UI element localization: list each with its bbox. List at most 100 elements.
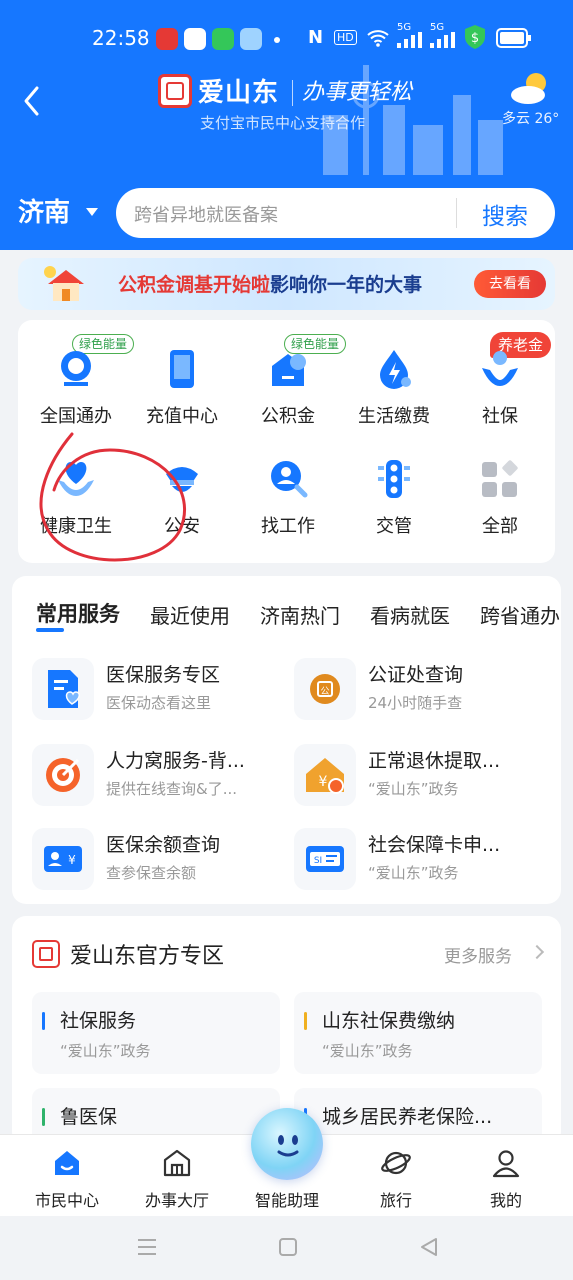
- search-input[interactable]: 跨省异地就医备案: [134, 201, 278, 227]
- tab-cross-province[interactable]: 跨省通办: [480, 600, 560, 629]
- home-square-icon[interactable]: [275, 1234, 301, 1260]
- grid-item-recharge-center[interactable]: 充值中心: [128, 320, 236, 427]
- svg-text:¥: ¥: [319, 774, 328, 790]
- app-notification-icon: [156, 28, 178, 50]
- service-title: 社会保障卡申...: [368, 834, 501, 856]
- brand-seal-logo: [158, 74, 192, 108]
- user-profile-icon: [492, 1150, 520, 1178]
- search-bar[interactable]: 跨省异地就医备案 搜索: [116, 188, 555, 238]
- service-item-social-security-card[interactable]: SI 社会保障卡申... “爱山东”政务: [294, 828, 554, 892]
- city-selector[interactable]: 济南: [18, 192, 70, 229]
- service-icon-bg: SI: [294, 828, 356, 890]
- tab-service-hall[interactable]: 办事大厅: [122, 1135, 232, 1217]
- service-icon-bg: 公: [294, 658, 356, 720]
- service-subtitle: “爱山东”政务: [368, 864, 459, 882]
- official-item-title: 城乡居民养老保险...: [322, 1106, 493, 1128]
- back-triangle-icon[interactable]: [416, 1234, 442, 1260]
- tab-label: 市民中心: [34, 1191, 99, 1210]
- official-item-social-security[interactable]: 社保服务 “爱山东”政务: [32, 992, 280, 1074]
- grid-item-traffic[interactable]: 交管: [340, 430, 448, 537]
- grid-item-all[interactable]: 全部: [446, 430, 554, 537]
- official-item-title: 社保服务: [60, 1010, 137, 1032]
- tab-common-services[interactable]: 常用服务: [36, 598, 120, 628]
- brand-slogan: 办事更轻松: [302, 80, 413, 105]
- grid-item-find-job[interactable]: 找工作: [234, 430, 342, 537]
- tab-travel[interactable]: 旅行: [341, 1135, 451, 1217]
- hd-icon: HD: [334, 30, 357, 45]
- service-title: 正常退休提取...: [368, 750, 501, 772]
- tab-mine[interactable]: 我的: [451, 1135, 561, 1217]
- grid-item-housing-fund[interactable]: 绿色能量 公积金: [234, 320, 347, 427]
- official-item-title: 山东社保费缴纳: [322, 1010, 456, 1032]
- service-item-medical-insurance-zone[interactable]: 医保服务专区 医保动态看这里: [32, 658, 292, 722]
- back-arrow-icon[interactable]: [18, 84, 48, 118]
- more-notifications-dot: [274, 37, 280, 43]
- security-shield-icon: $: [465, 25, 485, 49]
- tab-medical[interactable]: 看病就医: [370, 600, 450, 629]
- service-subtitle: “爱山东”政务: [368, 780, 459, 798]
- title-bar: 爱山东 办事更轻松 支付宝市民中心支持合作 多云 26°: [0, 70, 573, 140]
- tab-label: 我的: [489, 1191, 522, 1210]
- services-card: 常用服务 最近使用 济南热门 看病就医 跨省通办 医保服务专区 医保动态看这里 …: [12, 576, 561, 904]
- service-item-retirement-withdrawal[interactable]: ¥ 正常退休提取... “爱山东”政务: [294, 744, 554, 808]
- status-time: 22:58: [92, 26, 150, 50]
- official-item-subtitle: “爱山东”政务: [60, 1042, 151, 1060]
- building-icon: [163, 1149, 191, 1177]
- smart-assistant-button[interactable]: [251, 1108, 323, 1180]
- grid-item-label: 交管: [376, 516, 412, 537]
- service-item-insurance-balance[interactable]: ¥ 医保余额查询 查参保查余额: [32, 828, 292, 892]
- job-search-icon: [271, 461, 308, 498]
- official-item-subtitle: “爱山东”政务: [322, 1042, 413, 1060]
- housing-fund-icon: [272, 354, 306, 386]
- target-icon: [46, 758, 80, 792]
- service-icon-bg: [32, 658, 94, 720]
- service-subtitle: 医保动态看这里: [106, 694, 212, 712]
- grid-item-national-service[interactable]: 绿色能量 全国通办: [22, 320, 135, 427]
- app-notification-icon: [184, 28, 206, 50]
- search-button[interactable]: 搜索: [482, 197, 528, 231]
- service-title: 医保余额查询: [106, 834, 221, 856]
- medical-document-icon: [48, 670, 80, 708]
- caret-down-icon[interactable]: [86, 208, 98, 216]
- more-services-link[interactable]: 更多服务: [444, 942, 512, 967]
- notary-seal-icon: 公: [310, 674, 340, 704]
- tab-jinan-hot[interactable]: 济南热门: [260, 600, 340, 629]
- menu-icon[interactable]: [134, 1234, 160, 1260]
- official-item-shandong-fee[interactable]: 山东社保费缴纳 “爱山东”政务: [294, 992, 542, 1074]
- chevron-right-icon[interactable]: [529, 944, 545, 960]
- tab-label: 智能助理: [254, 1191, 319, 1210]
- service-subtitle: 查参保查余额: [106, 864, 197, 882]
- weather-notification-icon: [240, 28, 262, 50]
- brand-subtitle: 支付宝市民中心支持合作: [200, 114, 366, 132]
- svg-text:¥: ¥: [68, 853, 76, 867]
- svg-text:SI: SI: [314, 856, 322, 866]
- system-navigation-bar: [0, 1216, 573, 1280]
- grid-item-social-security[interactable]: 养老金 社保: [446, 320, 554, 427]
- house-yuan-icon: ¥: [306, 758, 344, 794]
- banner-go-button[interactable]: 去看看: [474, 270, 546, 298]
- service-item-hr-service[interactable]: 人力窝服务-背... 提供在线查询&了...: [32, 744, 292, 808]
- grid-item-utilities[interactable]: 生活缴费: [340, 320, 448, 427]
- grid-item-label: 生活缴费: [358, 406, 430, 427]
- banner-text: 公积金调基开始啦影响你一年的大事: [118, 274, 423, 296]
- official-item-title: 鲁医保: [60, 1106, 118, 1128]
- header: 22:58 N HD 5G 5G $ 爱山东 办事更轻松 支付宝市民中心支持合作…: [0, 0, 573, 250]
- home-icon: [55, 1151, 79, 1175]
- search-row: 济南 跨省异地就医备案 搜索: [0, 186, 573, 240]
- service-subtitle: 24小时随手查: [368, 694, 463, 712]
- official-zone-title: 爱山东官方专区: [70, 944, 225, 969]
- service-tabs: 常用服务 最近使用 济南热门 看病就医 跨省通办: [12, 598, 561, 632]
- grid-item-label: 公积金: [261, 406, 315, 427]
- grid-item-label: 充值中心: [146, 406, 218, 427]
- item-accent-bar: [42, 1012, 45, 1030]
- active-tab-indicator: [36, 628, 64, 632]
- social-security-card-icon: SI: [306, 846, 344, 872]
- service-icon-bg: ¥: [32, 828, 94, 890]
- weather-widget[interactable]: 多云 26°: [498, 70, 568, 130]
- service-item-notary-query[interactable]: 公 公证处查询 24小时随手查: [294, 658, 554, 722]
- tab-citizen-center[interactable]: 市民中心: [12, 1135, 122, 1217]
- promo-banner[interactable]: 公积金调基开始啦影响你一年的大事 去看看: [18, 258, 555, 310]
- tab-recent[interactable]: 最近使用: [150, 600, 230, 629]
- traffic-light-icon: [378, 460, 410, 498]
- partly-cloudy-icon: [511, 73, 546, 104]
